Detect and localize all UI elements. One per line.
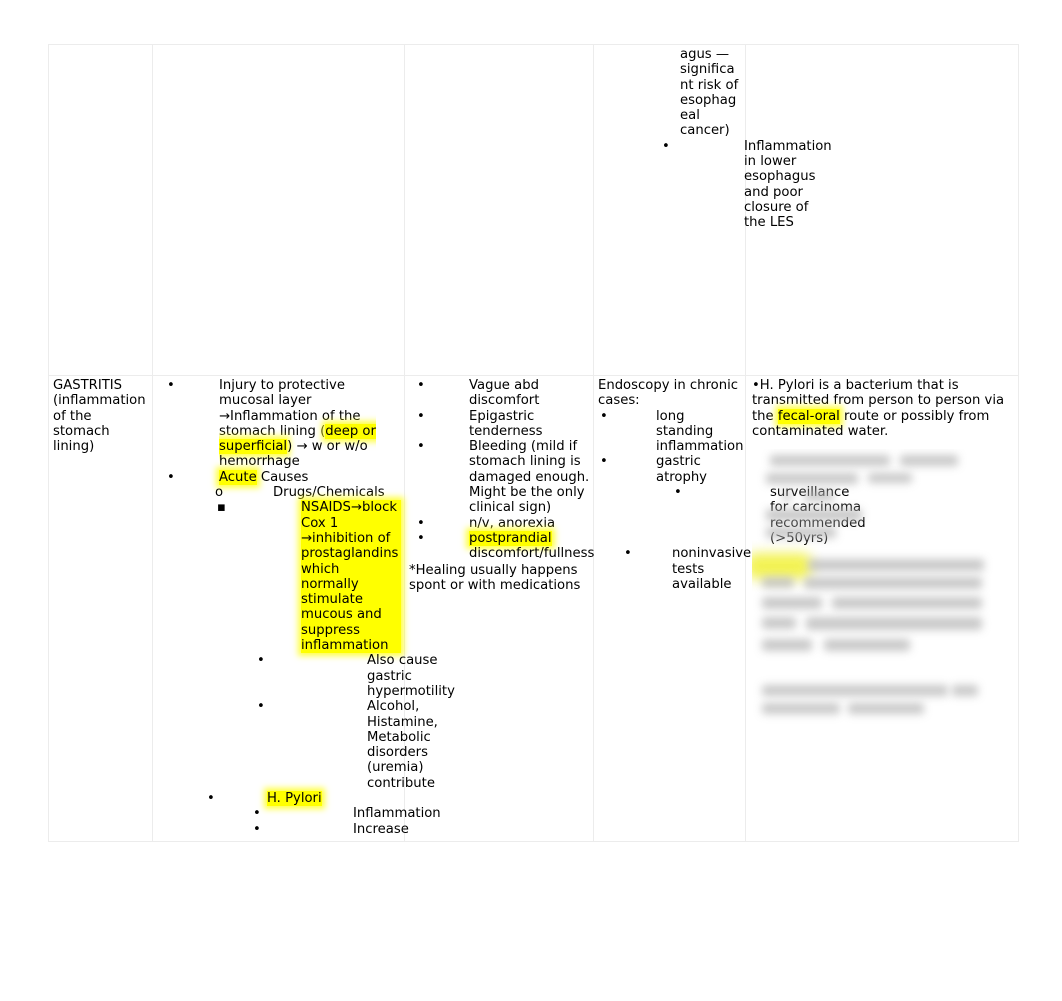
cell-top-condition (48, 44, 153, 376)
list-item: • Acute Causes (157, 469, 401, 485)
bullet-icon: • (674, 485, 682, 501)
symptoms-note: *Healing usually happens spont or with m… (409, 562, 581, 593)
diagnosis-2: gastric atrophy (656, 454, 707, 485)
cell-notes: •H. Pylori is a bacterium that is transm… (745, 375, 1019, 842)
bullet-icon: • (253, 821, 261, 837)
bullet-icon: • (417, 378, 425, 393)
bullet-icon: • (624, 546, 632, 562)
bullet-icon: • (417, 408, 425, 424)
notes-bullet-icon: • (752, 378, 760, 393)
redacted-text-block (752, 449, 998, 725)
cell-top-pathophysiology (152, 44, 405, 376)
bullet-icon: • (417, 515, 425, 531)
patho-b3-sub2: Increase (353, 821, 409, 837)
list-item: • noninvasive tests available (598, 546, 751, 592)
list-item: • Injury to protective mucosal layer →In… (157, 378, 401, 470)
patho-b3-highlight: H. Pylori (267, 791, 322, 807)
list-item: • Also cause gastric hypermotility (157, 653, 455, 699)
list-item: • Epigastric tenderness (409, 409, 590, 440)
bullet-icon: • (207, 791, 215, 807)
top-bullet-1: Inflammation in lower esophagus and poor… (744, 138, 832, 231)
bullet-icon: • (662, 138, 670, 154)
list-item: • n/v, anorexia (409, 516, 590, 531)
bullet-icon: • (167, 378, 175, 393)
symptom-1: Vague abd discomfort (469, 378, 540, 409)
bullet-icon: • (167, 469, 175, 485)
bullet-icon: • (253, 806, 261, 822)
bullet-icon: ▪ (217, 500, 226, 516)
list-item: • gastric atrophy (598, 454, 742, 485)
symptom-3: Bleeding (mild if stomach lining is dama… (469, 439, 590, 516)
comparison-table: agus — significant risk of esophageal ca… (48, 44, 1019, 842)
list-item: • Vague abd discomfort (409, 378, 590, 409)
bullet-icon: • (600, 408, 608, 424)
list-item: • long standing inflammation (598, 408, 744, 455)
bullet-icon: • (417, 530, 425, 546)
symptom-4: n/v, anorexia (469, 515, 556, 531)
patho-b2-sub1-a-i: Also cause gastric hypermotility (367, 653, 455, 699)
patho-bullet-3: H. Pylori (267, 791, 401, 807)
cell-top-diagnosis: agus — significant risk of esophageal ca… (593, 44, 832, 376)
top-continuation-text: agus — significant risk of esophageal ca… (680, 47, 739, 139)
patho-b2-sub1-a-ii: Alcohol, Histamine, Metabolic disorders … (367, 699, 438, 791)
symptom-2: Epigastric tenderness (469, 408, 543, 439)
list-item: o Drugs/Chemicals (157, 485, 401, 500)
bullet-icon: • (417, 439, 425, 455)
list-item: • Alcohol, Histamine, Metabolic disorder… (157, 699, 438, 791)
patho-bullet-2: Acute Causes (219, 469, 401, 485)
cell-top-symptoms (404, 44, 594, 376)
document-page: agus — significant risk of esophageal ca… (0, 0, 1062, 1001)
cell-condition: GASTRITIS (inflammation of the stomach l… (48, 375, 153, 842)
list-item: • surveillance for carcinoma recommended… (598, 485, 866, 546)
list-item: • Inflammation (157, 806, 441, 822)
bullet-icon: • (257, 699, 265, 715)
patho-bullet-1: Injury to protective mucosal layer →Infl… (219, 378, 401, 470)
bullet-icon: • (257, 653, 265, 669)
cell-diagnosis: Endoscopy in chronic cases: • long stand… (593, 375, 866, 842)
patho-b2-post: Causes (256, 469, 309, 485)
table-row: GASTRITIS (inflammation of the stomach l… (48, 375, 1019, 842)
list-item: • H. Pylori (157, 791, 401, 807)
notes-highlight: fecal-oral (777, 408, 840, 424)
condition-title: GASTRITIS (inflammation of the stomach l… (53, 378, 146, 455)
list-item: • Increase (157, 821, 409, 837)
circle-bullet-icon: o (215, 485, 224, 501)
list-item: • Bleeding (mild if stomach lining is da… (409, 439, 590, 515)
diagnosis-1: long standing inflammation (656, 408, 744, 455)
diagnosis-heading: Endoscopy in chronic cases: (598, 378, 738, 409)
symptom-5: postprandial discomfort/fullness (469, 530, 595, 562)
cell-pathophysiology: • Injury to protective mucosal layer →In… (152, 375, 455, 842)
bullet-icon: • (600, 454, 608, 470)
symptom-5-post: discomfort/fullness (469, 546, 595, 562)
list-item: • Inflammation in lower esophagus and po… (598, 138, 832, 231)
patho-b3-sub1: Inflammation (353, 806, 441, 822)
diagnosis-3: noninvasive tests available (672, 546, 752, 592)
notes-paragraph: •H. Pylori is a bacterium that is transm… (752, 378, 1015, 439)
patho-b2-sub1-a: NSAIDS→block Cox 1 →inhibition of prosta… (301, 500, 401, 654)
patho-b2-highlight: Acute (219, 469, 257, 485)
patho-b2-sub1: Drugs/Chemicals (273, 485, 385, 501)
symptom-5-highlight: postprandial (469, 530, 552, 546)
list-item: ▪ NSAIDS→block Cox 1 →inhibition of pros… (157, 500, 401, 654)
list-item: • postprandial discomfort/fullness (409, 530, 594, 562)
table-row: agus — significant risk of esophageal ca… (48, 44, 1019, 376)
